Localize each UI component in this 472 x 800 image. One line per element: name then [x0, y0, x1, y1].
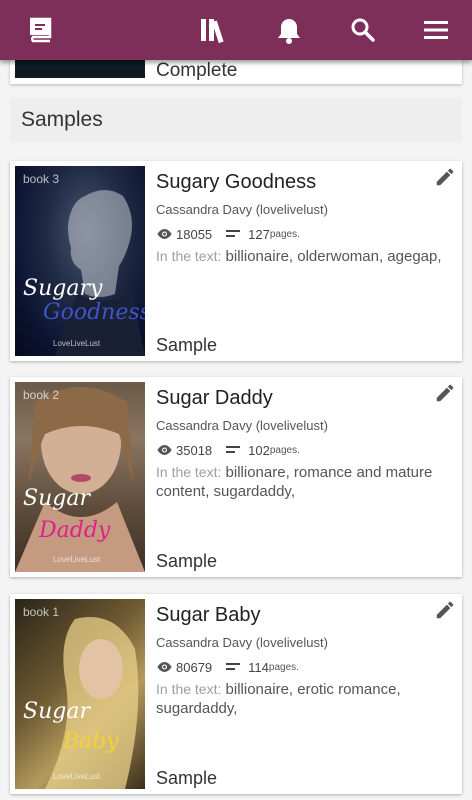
cover-silhouette	[55, 190, 145, 356]
library-icon[interactable]	[196, 12, 232, 48]
book-card[interactable]: book 3 Sugary Goodness LoveLiveLust Suga…	[10, 161, 462, 361]
cover-portrait	[15, 387, 145, 572]
cover-author-mark: LoveLiveLust	[53, 339, 101, 348]
cover-title-line1: Sugar	[23, 699, 90, 724]
eye-icon	[157, 229, 172, 239]
book-status: Complete	[156, 60, 238, 81]
tags-label: In the text:	[156, 464, 222, 480]
book-card[interactable]: book 2 Sugar Daddy LoveLiveLust Sugar Da…	[10, 377, 462, 577]
view-count: 35018	[176, 442, 213, 458]
book-stats: 35018 102 pages.	[156, 442, 300, 458]
book-card[interactable]: book 1 Sugar Baby LoveLiveLust Sugar Bab…	[10, 594, 462, 794]
eye-icon	[157, 662, 172, 672]
pages-icon	[226, 230, 241, 237]
tags-label: In the text:	[156, 248, 222, 264]
cover-title-line2: Baby	[63, 729, 119, 754]
book-status: Sample	[156, 335, 218, 355]
book-tags: In the text: billionaire, erotic romance…	[156, 680, 456, 718]
cover-title-line2: Goodness	[43, 300, 145, 325]
pages-suffix: pages.	[269, 228, 300, 240]
cover-portrait	[45, 617, 139, 789]
section-title: Samples	[21, 108, 103, 131]
book-list: Complete Samples book 3 Sugary Goodness …	[0, 0, 472, 800]
cover-author-mark: LoveLiveLust	[53, 555, 101, 564]
cover-title-line1: Sugary	[23, 276, 103, 301]
eye-icon	[157, 445, 172, 455]
tags-label: In the text:	[156, 681, 222, 697]
cover-author-mark: LoveLiveLust	[53, 772, 101, 781]
cover-book-number: book 2	[23, 388, 60, 402]
book-tags: In the text: billionaire, olderwoman, ag…	[156, 247, 456, 266]
book-cover: book 3 Sugary Goodness LoveLiveLust	[15, 166, 145, 356]
book-logo-icon[interactable]	[22, 12, 58, 48]
book-stats: 18055 127 pages.	[156, 226, 300, 242]
tags-value: billionaire, olderwoman, agegap,	[225, 248, 442, 265]
book-cover: book 2 Sugar Daddy LoveLiveLust	[15, 382, 145, 572]
top-app-bar	[0, 0, 472, 60]
book-title[interactable]: Sugary Goodness	[156, 171, 316, 194]
view-count: 80679	[176, 659, 213, 675]
search-icon[interactable]	[345, 12, 381, 48]
pages-suffix: pages.	[269, 444, 300, 456]
section-header: Samples	[10, 97, 462, 143]
cover-title-line1: Sugar	[23, 486, 90, 511]
book-status: Sample	[156, 551, 218, 571]
pages-icon	[226, 663, 241, 670]
edit-icon[interactable]	[434, 166, 456, 188]
page-count: 102	[248, 442, 270, 458]
view-count: 18055	[176, 226, 213, 242]
edit-icon[interactable]	[434, 382, 456, 404]
book-author[interactable]: Cassandra Davy (lovelivelust)	[156, 635, 328, 650]
page-count: 127	[248, 226, 270, 242]
book-cover: book 1 Sugar Baby LoveLiveLust	[15, 599, 145, 789]
book-stats: 80679 114 pages.	[156, 659, 299, 675]
cover-book-number: book 3	[23, 172, 60, 186]
edit-icon[interactable]	[434, 599, 456, 621]
cover-book-number: book 1	[23, 605, 60, 619]
book-author[interactable]: Cassandra Davy (lovelivelust)	[156, 202, 328, 217]
pages-icon	[226, 446, 241, 453]
page-count: 114	[248, 659, 269, 675]
pages-suffix: pages.	[268, 661, 299, 673]
bell-icon[interactable]	[271, 12, 307, 48]
menu-icon[interactable]	[418, 12, 454, 48]
book-title[interactable]: Sugar Baby	[156, 604, 261, 627]
book-tags: In the text: billionare, romance and mat…	[156, 463, 456, 501]
book-title[interactable]: Sugar Daddy	[156, 387, 273, 410]
book-status: Sample	[156, 768, 218, 788]
cover-title-line2: Daddy	[39, 518, 111, 543]
book-author[interactable]: Cassandra Davy (lovelivelust)	[156, 418, 328, 433]
